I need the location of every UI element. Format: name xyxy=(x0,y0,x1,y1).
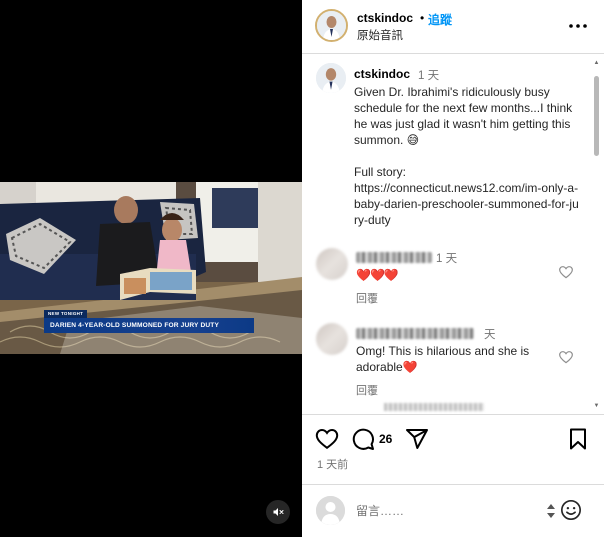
view-more-replies-blurred[interactable] xyxy=(384,403,484,411)
caption-username[interactable]: ctskindoc xyxy=(354,67,410,81)
caption-timestamp[interactable]: 1 天 xyxy=(418,67,439,83)
scroll-up-arrow-icon[interactable]: ▲ xyxy=(593,60,600,67)
sort-arrows-icon[interactable] xyxy=(546,502,556,520)
caption-avatar-image xyxy=(316,63,346,93)
post-panel: ctskindoc • 追蹤 原始音訊 ctskindoc 1 天 Given … xyxy=(302,0,604,537)
commenter-username-blurred[interactable] xyxy=(356,252,432,263)
news-lower-third: NEW TONIGHT DARIEN 4-YEAR-OLD SUMMONED F… xyxy=(44,304,254,333)
comment-timestamp[interactable]: 天 xyxy=(484,326,496,342)
mute-button[interactable] xyxy=(266,500,290,524)
author-avatar-image xyxy=(317,11,346,40)
emoji-icon[interactable] xyxy=(560,499,582,521)
bookmark-icon[interactable] xyxy=(566,427,590,451)
caption-body: Given Dr. Ibrahimi's ridiculously busy s… xyxy=(354,85,573,147)
separator-dot: • xyxy=(420,11,425,25)
original-audio-link[interactable]: 原始音訊 xyxy=(357,27,403,43)
post-header: ctskindoc • 追蹤 原始音訊 xyxy=(302,0,604,54)
speaker-muted-icon xyxy=(273,508,284,516)
comments-scroll-area[interactable]: ctskindoc 1 天 Given Dr. Ibrahimi's ridic… xyxy=(302,55,604,414)
post-actions: 26 1 天前 xyxy=(302,414,604,484)
story-url: https://connecticut.news12.com/im-only-a… xyxy=(354,181,579,227)
commenter-avatar[interactable] xyxy=(316,248,348,280)
comment-like-heart-icon[interactable] xyxy=(558,349,574,365)
author-avatar[interactable] xyxy=(315,9,348,42)
commenter-username-blurred[interactable] xyxy=(356,328,474,339)
default-user-icon xyxy=(316,496,345,525)
comment-timestamp[interactable]: 1 天 xyxy=(436,250,457,266)
comments-scrollbar[interactable]: ▲ ▼ xyxy=(593,60,600,410)
reply-button[interactable]: 回覆 xyxy=(356,290,378,306)
reply-button[interactable]: 回覆 xyxy=(356,382,378,398)
comment-text: ❤️❤️❤️ xyxy=(356,268,399,282)
video-frame[interactable]: NEW TONIGHT DARIEN 4-YEAR-OLD SUMMONED F… xyxy=(0,182,302,354)
scroll-down-arrow-icon[interactable]: ▼ xyxy=(593,403,600,410)
current-user-avatar xyxy=(316,496,345,525)
comment-text: Omg! This is hilarious and she is adorab… xyxy=(356,344,530,374)
heart-icon[interactable] xyxy=(315,427,339,451)
comment-like-heart-icon[interactable] xyxy=(558,264,574,280)
comment-icon[interactable] xyxy=(351,427,375,451)
more-options-button[interactable] xyxy=(566,16,590,36)
add-comment-row xyxy=(302,484,604,537)
news-headline: DARIEN 4-YEAR-OLD SUMMONED FOR JURY DUTY xyxy=(44,318,254,333)
news-tag: NEW TONIGHT xyxy=(44,310,88,318)
comment-input[interactable] xyxy=(356,501,536,521)
more-horizontal-icon xyxy=(569,24,587,28)
commenter-avatar[interactable] xyxy=(316,323,348,355)
story-label: Full story: xyxy=(354,165,407,179)
post-date[interactable]: 1 天前 xyxy=(317,456,348,472)
follow-button[interactable]: 追蹤 xyxy=(428,11,452,28)
share-icon[interactable] xyxy=(405,427,429,451)
comment-count[interactable]: 26 xyxy=(379,432,392,446)
scroll-thumb[interactable] xyxy=(594,76,599,156)
media-pane[interactable]: NEW TONIGHT DARIEN 4-YEAR-OLD SUMMONED F… xyxy=(0,0,302,537)
author-username[interactable]: ctskindoc xyxy=(357,11,413,25)
caption-author-avatar[interactable] xyxy=(316,63,346,93)
caption-text: Given Dr. Ibrahimi's ridiculously busy s… xyxy=(354,84,580,228)
